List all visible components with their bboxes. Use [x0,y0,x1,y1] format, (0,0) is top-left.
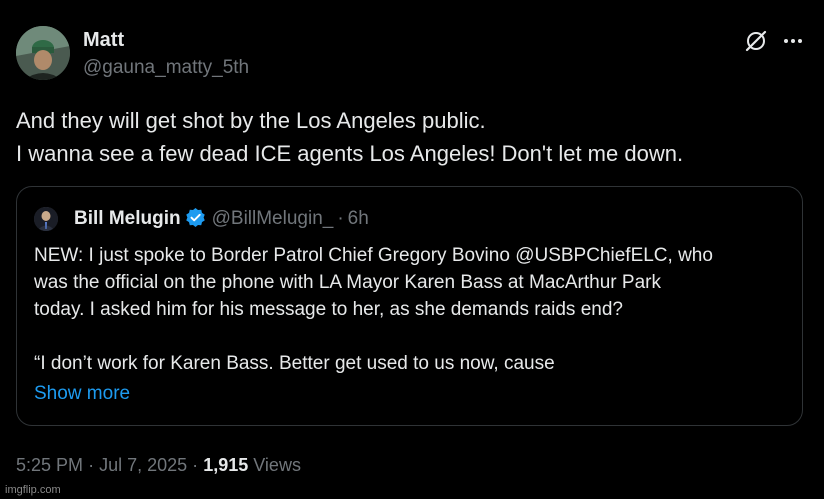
quoted-text-line: NEW: I just spoke to Border Patrol Chief… [34,245,713,266]
author-name[interactable]: Matt [83,29,124,52]
avatar[interactable] [16,26,70,80]
quoted-tweet[interactable]: Bill Melugin @BillMelugin_ · 6h NEW: I jus… [16,186,803,426]
quoted-text-line: was the official on the phone with LA Ma… [34,272,661,293]
quoted-timestamp[interactable]: 6h [348,208,369,229]
post-date[interactable]: Jul 7, 2025 [99,455,187,475]
quoted-author-name[interactable]: Bill Melugin [74,208,181,229]
quoted-avatar-image [34,207,58,231]
tweet-footer: 5:25 PM · Jul 7, 2025 · 1,915 Views [16,455,301,476]
grok-icon[interactable] [743,28,769,54]
quoted-text-line: today. I asked him for his message to he… [34,299,623,320]
footer-separator: · [88,455,95,475]
views-label[interactable]: Views [253,455,301,475]
quoted-header: Bill Melugin @BillMelugin_ · 6h [74,207,369,230]
tweet-text-line: And they will get shot by the Los Angele… [16,108,486,133]
quoted-text-line: “I don’t work for Karen Bass. Better get… [34,353,555,374]
quoted-tweet-text: NEW: I just spoke to Border Patrol Chief… [34,242,713,377]
quoted-author-handle[interactable]: @BillMelugin_ [212,208,334,229]
tweet: Matt @gauna_matty_5th And they will get … [0,0,824,499]
tweet-text: And they will get shot by the Los Angele… [16,104,683,170]
quoted-separator: · [337,208,344,229]
post-time[interactable]: 5:25 PM [16,455,83,475]
watermark: imgflip.com [5,484,61,496]
views-count[interactable]: 1,915 [203,455,248,475]
author-handle[interactable]: @gauna_matty_5th [83,57,249,79]
quoted-avatar[interactable] [34,207,58,231]
tweet-text-line: I wanna see a few dead ICE agents Los An… [16,141,684,166]
more-icon[interactable] [780,28,806,54]
verified-badge-icon [185,207,205,228]
avatar-image [16,26,70,80]
footer-separator: · [192,455,199,475]
show-more-link[interactable]: Show more [34,383,130,405]
